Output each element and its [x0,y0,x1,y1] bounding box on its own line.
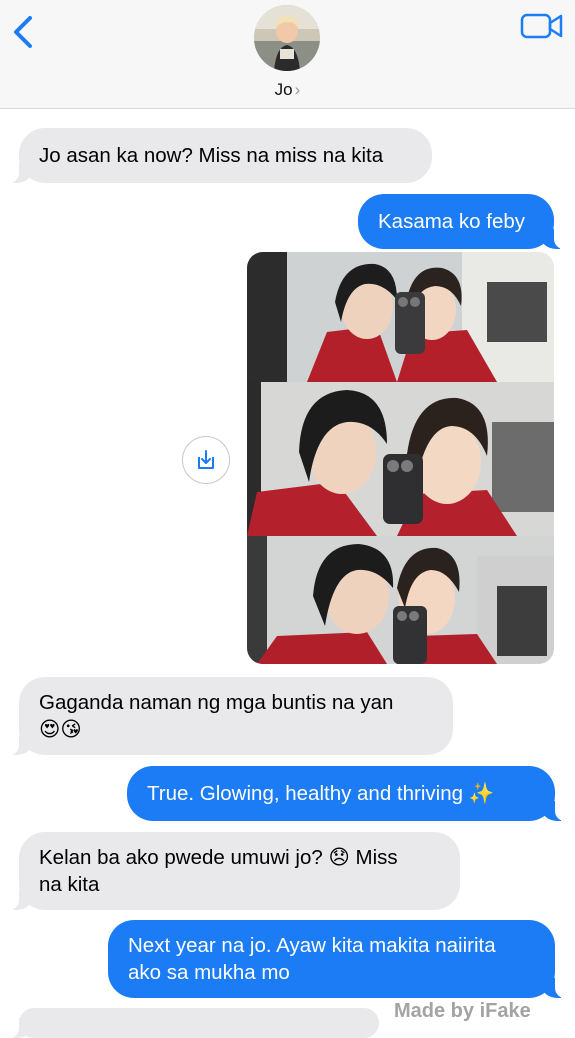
save-photo-button[interactable] [182,436,230,484]
message-text-line: ako sa mukha mo [128,961,290,984]
message-text-line: Kelan ba ako pwede umuwi jo? 😞 Miss [39,846,398,869]
chevron-right-icon: › [294,80,301,99]
message-bubble-received[interactable]: Jo asan ka now? Miss na miss na kita [9,128,432,183]
conversation-header: Jo › [0,0,575,109]
message-bubble-partial [9,1008,379,1038]
photo-frame-top [247,252,554,382]
message-text-line: na kita [39,873,100,896]
message-bubble-received[interactable]: Kelan ba ako pwede umuwi jo? 😞 Miss na k… [9,832,460,910]
watermark: Made by iFake [394,1000,531,1022]
message-text: True. Glowing, healthy and thriving ✨ [147,782,495,805]
photo-attachment[interactable] [247,252,554,664]
photo-frame-bottom [247,536,554,664]
message-bubble-sent[interactable]: Next year na jo. Ayaw kita makita naiiri… [108,920,565,998]
message-text: Jo asan ka now? Miss na miss na kita [39,144,384,167]
video-call-icon[interactable] [520,12,564,40]
contact-avatar[interactable] [254,5,320,71]
message-emoji-line: 😍😘 [39,717,82,741]
contact-name-button[interactable]: Jo › [0,80,575,100]
message-text: Kasama ko feby [378,210,525,233]
message-text-line: Next year na jo. Ayaw kita makita naiiri… [128,934,496,957]
download-icon [198,450,214,469]
avatar-photo [254,5,320,71]
photo-frame-middle [247,382,554,536]
message-bubble-sent[interactable]: Kasama ko feby [358,194,564,249]
message-bubble-received[interactable]: Gaganda naman ng mga buntis na yan 😍😘 [9,677,453,755]
message-bubble-sent[interactable]: True. Glowing, healthy and thriving ✨ [127,766,565,821]
message-text-line: Gaganda naman ng mga buntis na yan [39,691,394,714]
contact-name: Jo [274,80,293,99]
back-chevron-icon[interactable] [10,12,38,52]
